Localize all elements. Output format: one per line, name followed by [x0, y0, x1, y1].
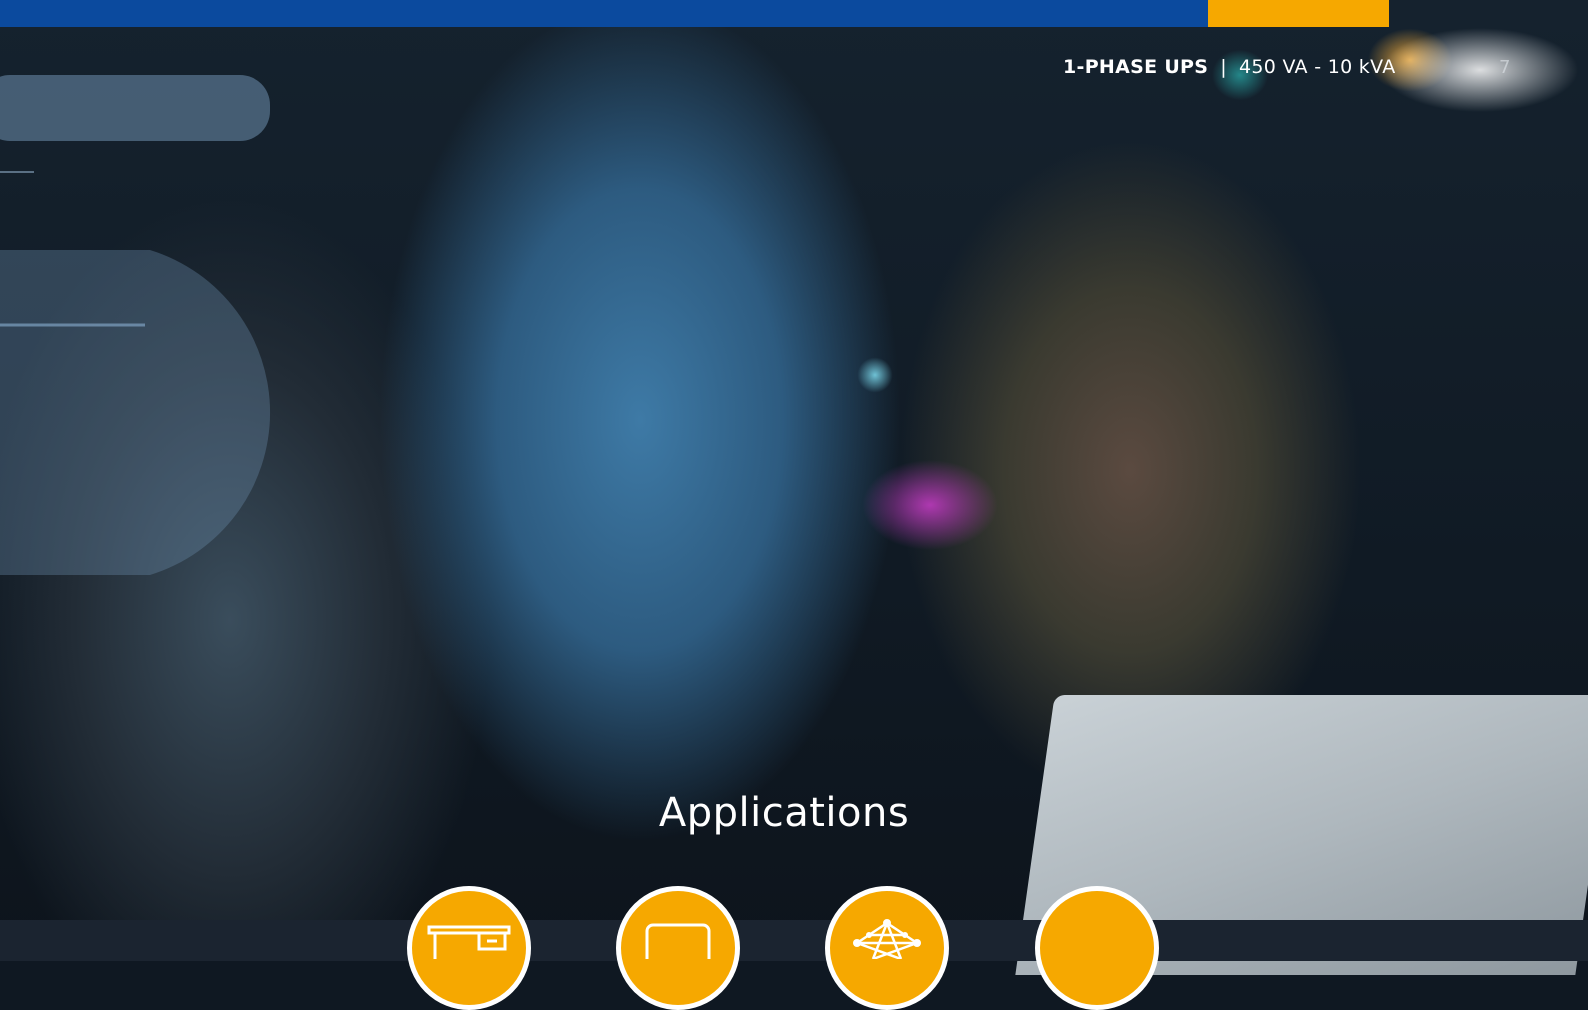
monitor-icon — [645, 923, 711, 959]
application-blank — [1035, 886, 1159, 1010]
product-line-label: 1-PHASE UPS — [1063, 56, 1209, 78]
top-bar-orange — [1208, 0, 1389, 27]
top-bar-blue — [0, 0, 1208, 27]
page-header: 1-PHASE UPS | 450 VA - 10 kVA — [1063, 56, 1396, 78]
product-range-label: 450 VA - 10 kVA — [1238, 56, 1396, 78]
page-number: 7 — [1499, 57, 1511, 78]
network-icon — [853, 919, 921, 959]
header-separator: | — [1220, 56, 1227, 78]
icons-strip — [0, 920, 1588, 961]
desk-icon — [427, 925, 511, 959]
section-title: Applications — [658, 790, 910, 836]
application-desk — [407, 886, 531, 1010]
application-monitor — [616, 886, 740, 1010]
application-network — [825, 886, 949, 1010]
